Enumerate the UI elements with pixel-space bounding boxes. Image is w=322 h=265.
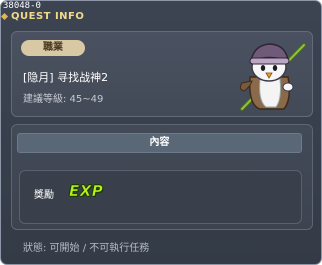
recommended-level: 建議等級: 45~49 — [23, 94, 104, 105]
job-badge: 職業 — [21, 40, 85, 56]
reward-label: 獎勵 — [34, 190, 54, 201]
window-title: QUEST INFO — [11, 11, 85, 22]
quest-content-panel: 內容 獎勵 EXP — [11, 124, 313, 230]
exp-icon: EXP — [69, 182, 104, 201]
reward-box: 獎勵 EXP — [19, 170, 302, 224]
quest-id: 38048-0 — [3, 1, 41, 11]
quest-info-window: 38048-0 QUEST INFO 職業 [隐月] 寻找战神2 建議等級: 4… — [0, 0, 322, 265]
penguin-npc-icon — [239, 43, 306, 111]
quest-summary-panel: 職業 [隐月] 寻找战神2 建議等級: 45~49 — [11, 31, 313, 117]
quest-name: [隐月] 寻找战神2 — [23, 71, 109, 84]
quest-status: 狀態: 可開始 / 不可執行任務 — [23, 243, 150, 254]
content-header: 內容 — [17, 133, 302, 153]
